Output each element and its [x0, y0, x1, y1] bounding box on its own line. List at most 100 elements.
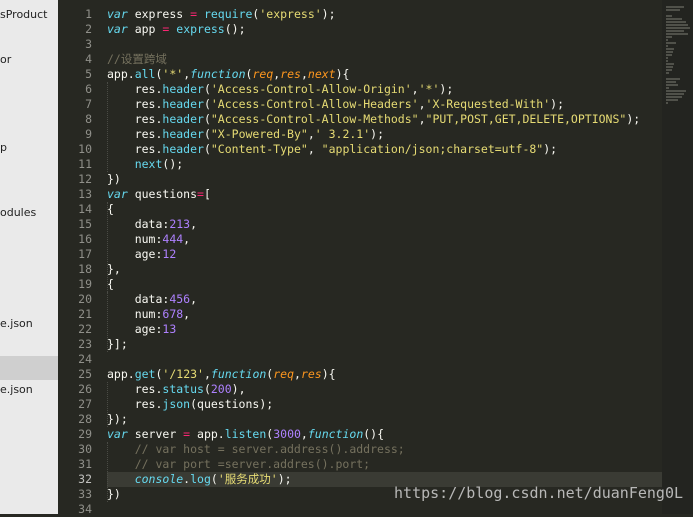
- code-token: app.: [190, 427, 225, 441]
- code-token: next: [134, 157, 163, 171]
- code-token: listen: [224, 427, 267, 441]
- code-token: "application/json;charset=utf-8": [321, 142, 544, 156]
- sidebar-file-item[interactable]: sProduct: [0, 5, 58, 25]
- line-number: 13: [78, 187, 92, 201]
- line-number: 19: [78, 277, 92, 291]
- code-token: age:: [107, 322, 163, 336]
- code-token: 12: [162, 247, 177, 261]
- code-line: age:12: [107, 247, 177, 262]
- sidebar-file-item[interactable]: e.json: [0, 314, 58, 334]
- minimap-line: [666, 102, 668, 104]
- line-number: 16: [78, 232, 92, 246]
- code-token: all: [134, 67, 156, 81]
- code-token: ){: [321, 367, 336, 381]
- code-area[interactable]: var express = require('express'); var app…: [107, 0, 693, 514]
- minimap-line: [666, 48, 674, 50]
- line-number: 25: [78, 367, 92, 381]
- minimap-line: [666, 90, 686, 92]
- sidebar-file-item[interactable]: odules: [0, 203, 58, 223]
- code-token: express: [169, 22, 225, 36]
- indent-guide: [107, 442, 108, 502]
- code-token: ,: [203, 367, 211, 381]
- code-token: [: [203, 187, 211, 201]
- code-token: log: [190, 472, 211, 486]
- line-number: 7: [85, 97, 92, 111]
- code-token: (: [203, 142, 211, 156]
- code-line: data:456,: [107, 292, 197, 307]
- code-token: res.: [107, 97, 163, 111]
- code-token: // var host = server.address().address;: [107, 442, 405, 456]
- code-token: age:: [107, 247, 163, 261]
- code-line: },: [107, 262, 121, 277]
- indent-guide: [107, 82, 108, 172]
- line-number: 21: [78, 307, 92, 321]
- line-number: 27: [78, 397, 92, 411]
- line-number: 11: [78, 157, 92, 171]
- code-token: res.: [107, 142, 163, 156]
- code-token: '/123': [162, 367, 204, 381]
- code-line: var express = require('express');: [107, 7, 336, 22]
- minimap-line: [666, 87, 669, 89]
- code-token: //设置跨域: [107, 52, 167, 66]
- code-token: );: [277, 472, 292, 486]
- code-token: (){: [363, 427, 385, 441]
- minimap-line: [666, 63, 674, 65]
- code-token: ,: [307, 127, 315, 141]
- code-token: );: [626, 112, 641, 126]
- code-token: function: [307, 427, 364, 441]
- minimap[interactable]: [662, 0, 693, 514]
- code-token: app.: [107, 67, 135, 81]
- file-sidebar: sProduct or p odules e.json e.json: [0, 0, 58, 514]
- sidebar-file-item[interactable]: p: [0, 138, 58, 158]
- code-token: 'express': [259, 7, 322, 21]
- code-token: app.: [107, 367, 135, 381]
- code-token: );: [321, 7, 336, 21]
- code-line: }): [107, 487, 121, 502]
- code-line: }): [107, 172, 121, 187]
- minimap-line: [666, 36, 672, 38]
- code-token: );: [543, 142, 558, 156]
- indent-guide: [107, 382, 108, 427]
- code-line: num:678,: [107, 307, 190, 322]
- line-number: 18: [78, 262, 92, 276]
- code-token: 'X-Requested-With': [425, 97, 551, 111]
- line-number: 9: [85, 127, 92, 141]
- line-number: 3: [85, 37, 92, 51]
- minimap-line: [666, 21, 686, 23]
- minimap-line: [666, 57, 668, 59]
- code-token: 13: [162, 322, 177, 336]
- indent-guide: [107, 292, 108, 352]
- code-line: res.header('Access-Control-Allow-Origin'…: [107, 82, 454, 97]
- sidebar-file-item[interactable]: e.json: [0, 356, 58, 396]
- line-number: 34: [78, 502, 92, 516]
- minimap-line: [666, 96, 682, 98]
- code-token: });: [107, 412, 128, 426]
- minimap-line: [666, 60, 668, 62]
- code-token: =: [190, 7, 198, 21]
- line-number: 22: [78, 322, 92, 336]
- code-token: header: [162, 82, 204, 96]
- code-line: console.log('服务成功');: [107, 472, 292, 487]
- line-number: 14: [78, 202, 92, 216]
- code-token: '服务成功': [217, 472, 278, 486]
- code-token: express: [127, 7, 191, 21]
- code-line: {: [107, 277, 114, 292]
- minimap-line: [666, 93, 684, 95]
- code-token: num:: [107, 307, 163, 321]
- editor-pane[interactable]: 1 2 3 4 5 6 7 8 9 10 11 12 13 14 15 16 17 18 19 20 21 22 23 24 2…: [58, 0, 693, 516]
- line-number: 20: [78, 292, 92, 306]
- minimap-line: [666, 72, 669, 74]
- code-token: ,: [418, 97, 426, 111]
- code-token: res.: [107, 112, 163, 126]
- minimap-line: [666, 84, 678, 86]
- line-number: 23: [78, 337, 92, 351]
- code-token: require: [197, 7, 253, 21]
- code-token: ,: [190, 217, 198, 231]
- sidebar-file-item[interactable]: or: [0, 50, 58, 70]
- code-token: ();: [224, 22, 246, 36]
- code-token: 213: [169, 217, 191, 231]
- code-token: 'Access-Control-Allow-Headers': [210, 97, 419, 111]
- code-token: "Access-Control-Allow-Methods": [210, 112, 419, 126]
- code-line: app.all('*',function(req,res,next){: [107, 67, 349, 82]
